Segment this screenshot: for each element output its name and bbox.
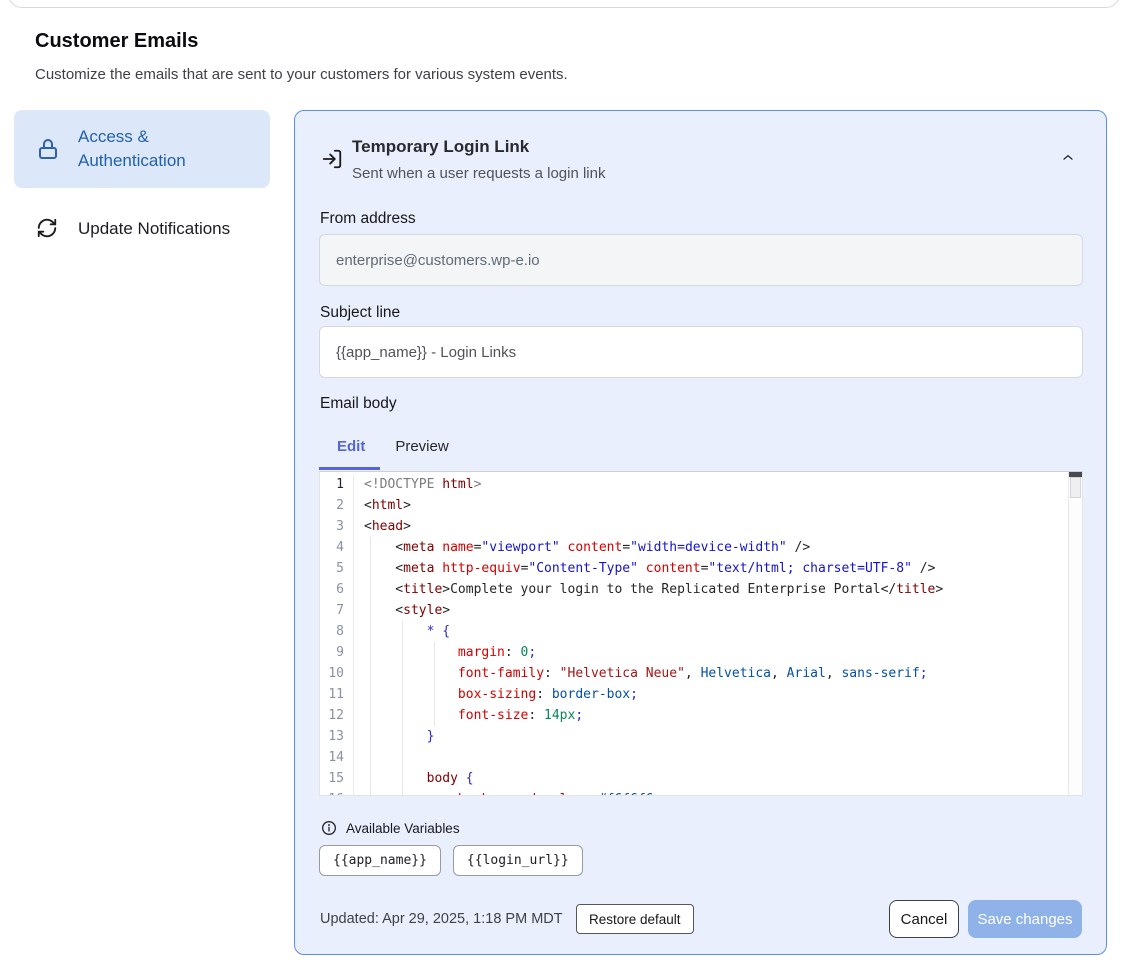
editor-scrollbar[interactable] <box>1068 472 1082 795</box>
tab-edit[interactable]: Edit <box>337 438 365 455</box>
code-line: 10 font-family: "Helvetica Neue", Helvet… <box>320 663 1068 684</box>
code-line: 11 box-sizing: border-box; <box>320 684 1068 705</box>
refresh-icon <box>36 217 60 241</box>
chevron-up-icon[interactable] <box>1060 151 1078 167</box>
subject-line-input[interactable] <box>319 326 1083 378</box>
variable-chip[interactable]: {{login_url}} <box>453 845 583 876</box>
email-body-label: Email body <box>320 395 397 413</box>
code-line: 13 } <box>320 726 1068 747</box>
panel-title: Temporary Login Link <box>352 137 529 157</box>
previous-card-bottom-edge <box>8 0 1120 8</box>
panel-subtitle: Sent when a user requests a login link <box>352 165 605 182</box>
sidebar-item-access-authentication[interactable]: Access & Authentication <box>14 110 270 188</box>
info-icon <box>321 820 337 836</box>
from-address-input <box>319 234 1083 286</box>
available-variables-row: Available Variables <box>321 820 460 836</box>
login-icon <box>321 148 343 170</box>
updated-timestamp: Updated: Apr 29, 2025, 1:18 PM MDT <box>320 911 563 927</box>
available-variables-label: Available Variables <box>346 821 460 836</box>
active-tab-indicator <box>319 467 380 470</box>
code-line: 5 <meta http-equiv="Content-Type" conten… <box>320 558 1068 579</box>
code-line: 9 margin: 0; <box>320 642 1068 663</box>
save-changes-button[interactable]: Save changes <box>968 900 1082 938</box>
scrollbar-thumb-secondary <box>1070 477 1081 498</box>
temporary-login-link-panel: Temporary Login Link Sent when a user re… <box>294 110 1107 955</box>
code-line: 14 <box>320 747 1068 768</box>
variable-chip[interactable]: {{app_name}} <box>319 845 441 876</box>
code-line: 6 <title>Complete your login to the Repl… <box>320 579 1068 600</box>
sidebar-item-label: Update Notifications <box>78 219 230 239</box>
code-line: 8 * { <box>320 621 1068 642</box>
sidebar: Access & Authentication Update Notificati… <box>14 110 270 253</box>
code-line: 15 body { <box>320 768 1068 789</box>
code-line: 2<html> <box>320 495 1068 516</box>
tab-preview[interactable]: Preview <box>395 438 448 455</box>
subject-line-label: Subject line <box>320 304 400 322</box>
code-line: 16 background-color: #f6f6f6; <box>320 789 1068 796</box>
email-body-editor[interactable]: 1<!DOCTYPE html>2<html>3<head>4 <meta na… <box>319 471 1083 796</box>
page-title: Customer Emails <box>35 30 198 53</box>
variable-chips: {{app_name}} {{login_url}} <box>319 845 583 876</box>
page-subtitle: Customize the emails that are sent to yo… <box>35 66 568 83</box>
code-line: 3<head> <box>320 516 1068 537</box>
code-lines: 1<!DOCTYPE html>2<html>3<head>4 <meta na… <box>320 474 1068 796</box>
cancel-button[interactable]: Cancel <box>889 900 959 938</box>
restore-default-button[interactable]: Restore default <box>576 904 694 934</box>
lock-icon <box>36 137 60 161</box>
from-address-label: From address <box>320 210 416 228</box>
code-line: 7 <style> <box>320 600 1068 621</box>
sidebar-item-label: Access & Authentication <box>78 125 228 173</box>
code-line: 4 <meta name="viewport" content="width=d… <box>320 537 1068 558</box>
code-line: 1<!DOCTYPE html> <box>320 474 1068 495</box>
sidebar-item-update-notifications[interactable]: Update Notifications <box>14 205 270 253</box>
code-line: 12 font-size: 14px; <box>320 705 1068 726</box>
editor-tabs: Edit Preview <box>337 438 449 455</box>
